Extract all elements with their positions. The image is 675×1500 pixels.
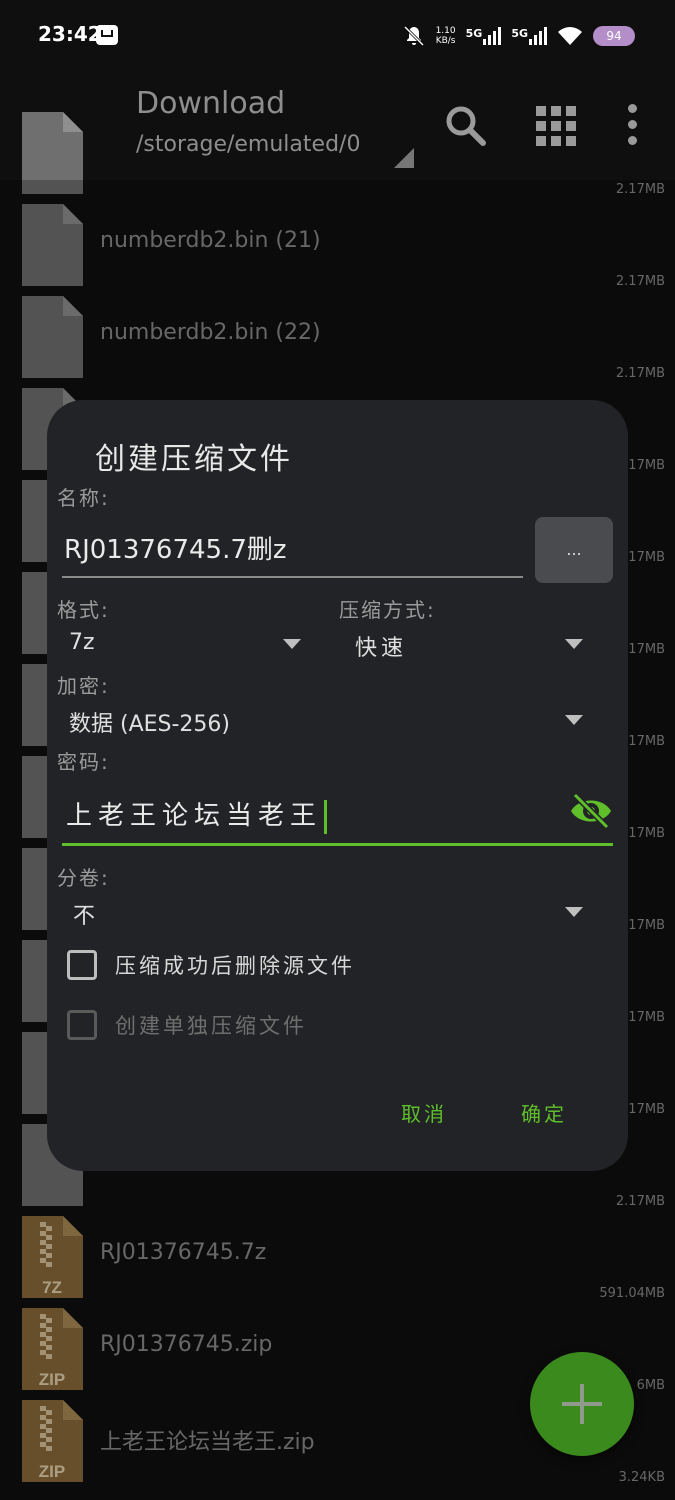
split-caret-icon <box>565 907 583 917</box>
battery-indicator: 94 <box>593 26 635 46</box>
net-speed: 1.10 KB/s <box>435 26 456 46</box>
mail-icon <box>96 25 118 45</box>
eye-off-icon[interactable] <box>569 793 613 829</box>
signal-icon-2: 5G <box>511 27 547 45</box>
encryption-value: 数据 (AES-256) <box>69 712 231 737</box>
cancel-button[interactable]: 取消 <box>401 1098 447 1127</box>
mute-bell-icon <box>403 25 424 47</box>
password-label: 密码: <box>57 750 110 774</box>
method-value: 快速 <box>355 636 408 661</box>
format-caret-icon <box>283 639 301 649</box>
create-archive-dialog: 创建压缩文件 名称: ... 格式: 7z 压缩方式: 快速 加密: 数据 (A… <box>47 400 628 1171</box>
password-text: 上老王论坛当老王 <box>66 795 328 834</box>
delete-source-label: 压缩成功后删除源文件 <box>115 954 355 978</box>
separate-archives-checkbox <box>67 1010 97 1040</box>
wifi-icon <box>558 27 582 45</box>
delete-source-checkbox[interactable] <box>67 950 97 980</box>
clock: 23:42 <box>38 22 102 46</box>
password-field[interactable]: 上老王论坛当老王 <box>62 785 613 846</box>
text-cursor <box>324 799 328 834</box>
signal-icon: 5G <box>466 27 502 45</box>
status-bar: 23:42 1.10 KB/s 5G 5G 94 <box>0 0 675 72</box>
name-label: 名称: <box>57 486 110 510</box>
separate-archives-label: 创建单独压缩文件 <box>115 1014 307 1038</box>
dialog-title: 创建压缩文件 <box>95 442 293 477</box>
add-fab-button[interactable] <box>530 1352 634 1456</box>
encryption-label: 加密: <box>57 674 110 698</box>
split-value: 不 <box>73 904 96 929</box>
archive-name-input[interactable] <box>62 518 523 578</box>
split-label: 分卷: <box>57 866 110 890</box>
browse-button[interactable]: ... <box>535 517 613 583</box>
method-caret-icon <box>565 639 583 649</box>
format-value: 7z <box>69 630 95 655</box>
encryption-caret-icon <box>565 715 583 725</box>
method-label: 压缩方式: <box>339 598 436 622</box>
ok-button[interactable]: 确定 <box>521 1098 567 1127</box>
format-label: 格式: <box>57 598 110 622</box>
